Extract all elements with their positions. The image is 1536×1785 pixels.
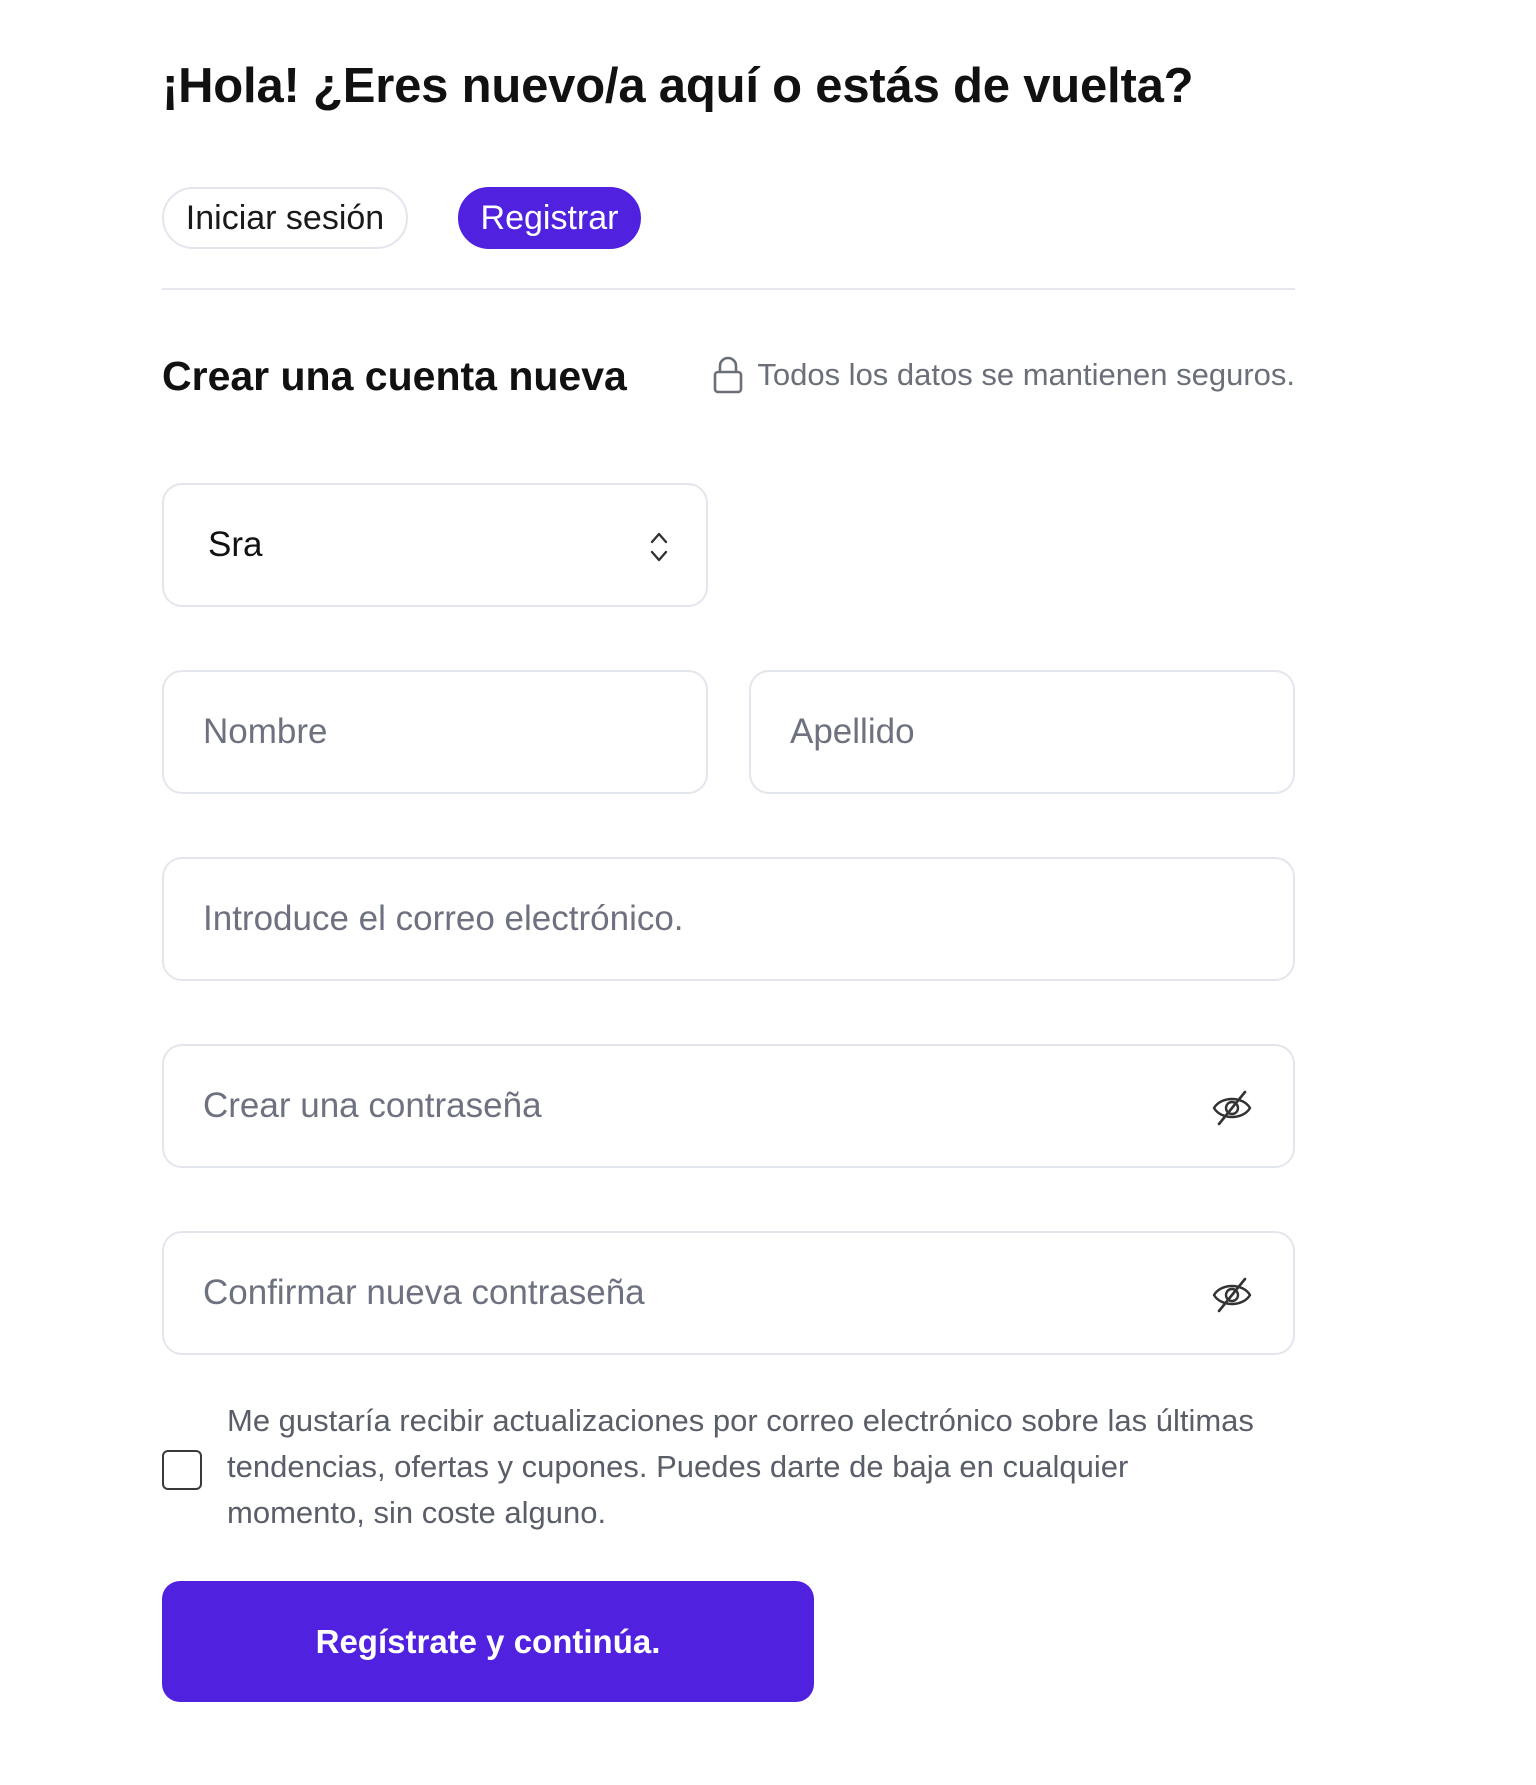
register-submit-button[interactable]: Regístrate y continúa. bbox=[162, 1581, 814, 1702]
newsletter-optin: Me gustaría recibir actualizaciones por … bbox=[162, 1398, 1295, 1548]
salutation-select[interactable]: Sra bbox=[162, 483, 708, 607]
newsletter-checkbox[interactable] bbox=[162, 1450, 202, 1490]
password-field bbox=[162, 1044, 1295, 1168]
email-field bbox=[162, 857, 1295, 981]
confirm-password-input[interactable] bbox=[164, 1233, 1293, 1353]
first-name-input[interactable] bbox=[164, 672, 706, 792]
last-name-input[interactable] bbox=[751, 672, 1293, 792]
last-name-field bbox=[749, 670, 1295, 794]
page-title: ¡Hola! ¿Eres nuevo/a aquí o estás de vue… bbox=[162, 59, 1194, 113]
email-input[interactable] bbox=[164, 859, 1293, 979]
chevron-up-down-icon bbox=[648, 528, 670, 571]
password-input[interactable] bbox=[164, 1046, 1293, 1166]
secure-note-text: Todos los datos se mantienen seguros. bbox=[757, 357, 1295, 392]
first-name-field bbox=[162, 670, 708, 794]
divider bbox=[162, 288, 1295, 290]
eye-off-icon[interactable] bbox=[1211, 1275, 1253, 1315]
secure-note: Todos los datos se mantienen seguros. bbox=[713, 356, 1295, 394]
auth-tabs: Iniciar sesión Registrar bbox=[162, 187, 962, 249]
tab-register[interactable]: Registrar bbox=[458, 187, 641, 249]
newsletter-label: Me gustaría recibir actualizaciones por … bbox=[227, 1403, 1254, 1530]
salutation-value: Sra bbox=[208, 525, 263, 564]
eye-off-icon[interactable] bbox=[1211, 1088, 1253, 1128]
form-title: Crear una cuenta nueva bbox=[162, 353, 627, 399]
confirm-password-field bbox=[162, 1231, 1295, 1355]
tab-login[interactable]: Iniciar sesión bbox=[162, 187, 408, 249]
lock-icon bbox=[713, 356, 743, 394]
